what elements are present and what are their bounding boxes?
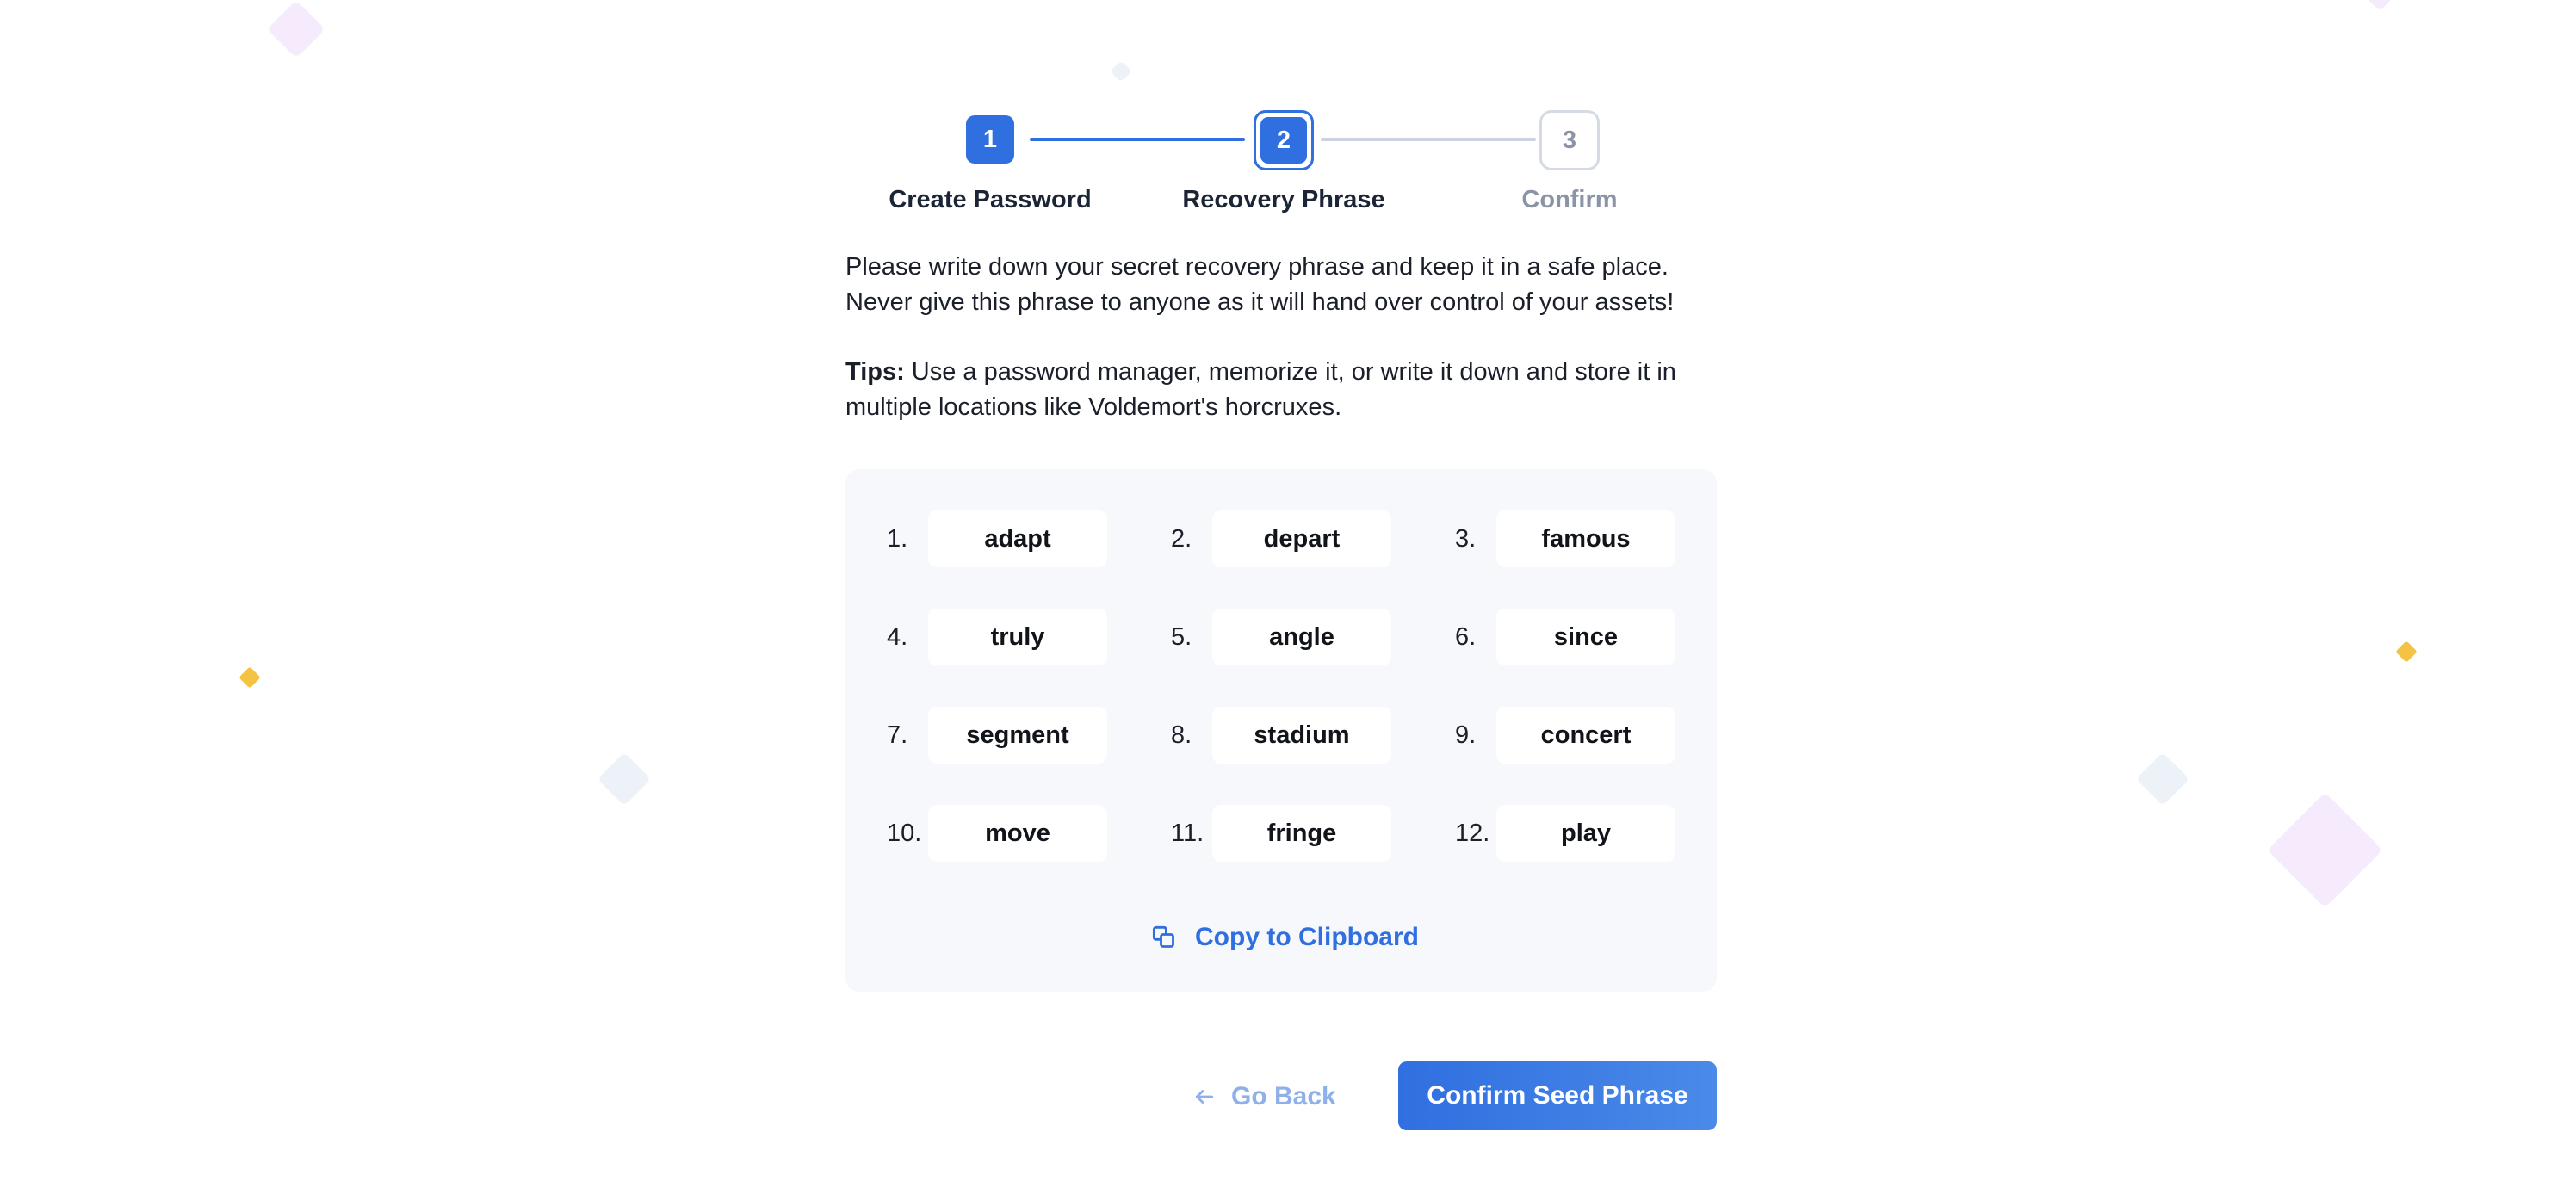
step-2-badge-inner: 2 xyxy=(1260,117,1307,164)
phrase-word-cell: 12. play xyxy=(1455,805,1675,862)
phrase-word-number: 7. xyxy=(887,721,908,749)
phrase-word-cell: 8. stadium xyxy=(1171,707,1391,764)
phrase-word-number: 2. xyxy=(1171,524,1192,553)
phrase-word: adapt xyxy=(928,510,1107,567)
tips-label: Tips: xyxy=(845,358,905,386)
recovery-phrase-card: 1. adapt 2. depart 3. famous 4. truly 5. angle 6. s… xyxy=(845,469,1717,992)
step-connector-complete xyxy=(1030,138,1245,141)
go-back-label: Go Back xyxy=(1231,1082,1336,1111)
decorative-diamond xyxy=(2135,752,2190,807)
decorative-diamond xyxy=(2365,0,2394,11)
phrase-word: concert xyxy=(1496,707,1675,764)
decorative-diamond xyxy=(267,0,325,59)
decorative-diamond xyxy=(2267,792,2383,908)
decorative-diamond xyxy=(238,666,261,689)
phrase-word: angle xyxy=(1212,609,1391,665)
phrase-word: fringe xyxy=(1212,805,1391,862)
arrow-left-icon xyxy=(1195,1090,1214,1104)
go-back-button[interactable]: Go Back xyxy=(1193,1076,1336,1117)
phrase-word-cell: 11. fringe xyxy=(1171,805,1391,862)
recovery-phrase-page: 1 2 3 Create Password Recovery Phrase Co… xyxy=(0,0,2576,1188)
phrase-word-cell: 5. angle xyxy=(1171,609,1391,665)
copy-icon xyxy=(1152,925,1174,948)
copy-to-clipboard-button[interactable]: Copy to Clipboard xyxy=(1152,917,1419,958)
phrase-word: move xyxy=(928,805,1107,862)
phrase-word-number: 4. xyxy=(887,622,908,651)
instructions: Please write down your secret recovery p… xyxy=(845,250,1741,425)
phrase-word-cell: 2. depart xyxy=(1171,510,1391,567)
copy-label: Copy to Clipboard xyxy=(1195,923,1419,951)
warning-text: Please write down your secret recovery p… xyxy=(845,253,1675,316)
phrase-word: stadium xyxy=(1212,707,1391,764)
phrase-word: segment xyxy=(928,707,1107,764)
phrase-word: since xyxy=(1496,609,1675,665)
decorative-diamond xyxy=(597,752,652,807)
phrase-word-cell: 6. since xyxy=(1455,609,1675,665)
step-2-label: Recovery Phrase xyxy=(1182,186,1385,213)
phrase-word-cell: 10. move xyxy=(887,805,1107,862)
phrase-word-number: 8. xyxy=(1171,721,1192,749)
decorative-diamond xyxy=(2395,640,2418,663)
phrase-word: famous xyxy=(1496,510,1675,567)
phrase-word-number: 10. xyxy=(887,819,922,847)
phrase-word-cell: 9. concert xyxy=(1455,707,1675,764)
phrase-word-number: 3. xyxy=(1455,524,1477,553)
phrase-word-number: 12. xyxy=(1455,819,1490,847)
step-1-badge: 1 xyxy=(966,115,1014,164)
phrase-word-number: 6. xyxy=(1455,622,1477,651)
step-connector-upcoming xyxy=(1321,138,1536,141)
phrase-word-cell: 3. famous xyxy=(1455,510,1675,567)
step-1-label: Create Password xyxy=(889,186,1092,213)
phrase-word-number: 5. xyxy=(1171,622,1192,651)
phrase-word-cell: 7. segment xyxy=(887,707,1107,764)
phrase-word-cell: 4. truly xyxy=(887,609,1107,665)
confirm-label: Confirm Seed Phrase xyxy=(1427,1081,1688,1110)
phrase-word-number: 11. xyxy=(1171,819,1204,847)
step-3-badge: 3 xyxy=(1539,110,1600,170)
tips-body: Use a password manager, memorize it, or … xyxy=(845,358,1676,421)
phrase-word-cell: 1. adapt xyxy=(887,510,1107,567)
phrase-word: truly xyxy=(928,609,1107,665)
progress-stepper: 1 2 3 Create Password Recovery Phrase Co… xyxy=(861,52,1687,213)
confirm-seed-phrase-button[interactable]: Confirm Seed Phrase xyxy=(1398,1061,1717,1130)
tips-text: Tips: Use a password manager, memorize i… xyxy=(845,355,1741,425)
phrase-word-number: 1. xyxy=(887,524,908,553)
phrase-word: play xyxy=(1496,805,1675,862)
step-2-badge: 2 xyxy=(1254,110,1314,170)
phrase-word-number: 9. xyxy=(1455,721,1477,749)
step-3-label: Confirm xyxy=(1521,186,1618,213)
phrase-word: depart xyxy=(1212,510,1391,567)
